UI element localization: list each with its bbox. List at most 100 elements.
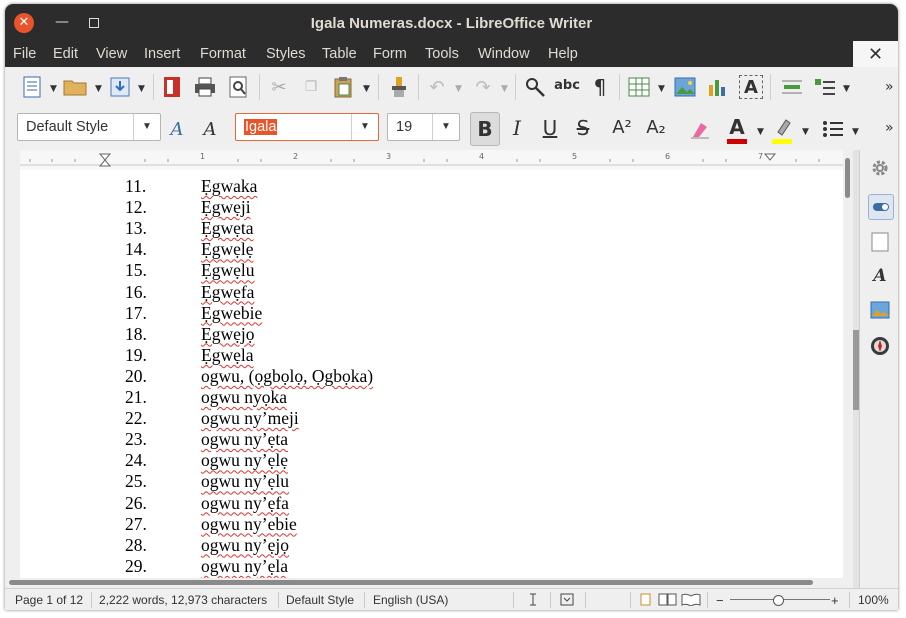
list-item[interactable]: 26. ogwu ny’ẹfa [20, 493, 843, 514]
list-item-text[interactable]: ogwu nyọka [201, 387, 287, 408]
list-item-text[interactable]: ogwu ny’ẹta [201, 429, 288, 450]
list-item[interactable]: 19. Ẹgwẹla [20, 345, 843, 366]
vertical-scrollbar-thumb[interactable] [845, 158, 850, 198]
horizontal-scrollbar-thumb[interactable] [9, 580, 813, 585]
save-dropdown-icon[interactable]: ▼ [138, 84, 145, 94]
list-item[interactable]: 20. ogwu, (ọgbọlọ, Ọgbọka) [20, 366, 843, 387]
list-item[interactable]: 25. ogwu ny’ẹlu [20, 471, 843, 492]
menu-edit[interactable]: Edit [53, 46, 78, 62]
list-item-text[interactable]: ogwu ny’ẹlẹ [201, 450, 288, 471]
page-style-status[interactable]: Default Style [286, 593, 354, 607]
font-name-combo[interactable]: Igala ▼ [235, 113, 379, 141]
highlight-icon[interactable] [770, 115, 794, 139]
print-icon[interactable] [193, 75, 217, 99]
list-item[interactable]: 24. ogwu ny’ẹlẹ [20, 450, 843, 471]
redo-dropdown-icon[interactable]: ▼ [501, 84, 508, 94]
zoom-out-button[interactable]: − [716, 593, 724, 608]
update-style-icon[interactable]: A [165, 117, 189, 141]
clear-formatting-icon[interactable] [688, 117, 712, 141]
list-item-text[interactable]: ogwu, (ọgbọlọ, Ọgbọka) [201, 366, 373, 387]
chevron-down-icon[interactable]: ▼ [432, 114, 459, 140]
paragraph-style-combo[interactable]: Default Style ▼ [17, 113, 161, 141]
page-icon[interactable] [868, 230, 892, 254]
highlight-dropdown-icon[interactable]: ▼ [802, 127, 809, 137]
redo-icon[interactable]: ↷ [471, 75, 495, 99]
menu-tools[interactable]: Tools [425, 46, 459, 62]
vertical-scrollbar[interactable] [843, 150, 853, 578]
horizontal-ruler[interactable]: 1 2 3 4 5 6 7 [20, 150, 843, 171]
font-name-value[interactable]: Igala [244, 119, 278, 135]
gear-icon[interactable] [868, 156, 892, 180]
list-item-text[interactable]: Ẹgwẹjọ [201, 324, 254, 345]
zoom-in-button[interactable]: + [831, 593, 839, 608]
list-item-text[interactable]: Ẹgwẹlẹ [201, 239, 253, 260]
list-item-text[interactable]: Ẹgwebie [201, 303, 262, 324]
list-item[interactable]: 14. Ẹgwẹlẹ [20, 239, 843, 260]
insert-field-icon[interactable] [780, 75, 804, 99]
list-item[interactable]: 17. Ẹgwebie [20, 303, 843, 324]
font-size-value[interactable]: 19 [396, 119, 412, 135]
clone-formatting-icon[interactable] [387, 75, 411, 99]
insert-textbox-icon[interactable]: A [739, 75, 763, 99]
list-item-text[interactable]: ogwu ny’ẹfa [201, 493, 289, 514]
insert-mode-icon[interactable] [525, 593, 541, 609]
list-item[interactable]: 18. Ẹgwẹjọ [20, 324, 843, 345]
horizontal-scrollbar[interactable] [5, 578, 853, 588]
navigator-icon[interactable] [868, 334, 892, 358]
copy-icon[interactable]: ❐ [299, 75, 323, 99]
list-item-text[interactable]: Ẹgwẹji [201, 197, 251, 218]
page-count-status[interactable]: Page 1 of 12 [15, 593, 83, 607]
menu-help[interactable]: Help [548, 46, 578, 62]
insert-image-icon[interactable] [673, 75, 697, 99]
word-count-status[interactable]: 2,222 words, 12,973 characters [99, 593, 267, 607]
font-size-combo[interactable]: 19 ▼ [387, 113, 460, 141]
strikethrough-button[interactable]: S [569, 112, 597, 144]
subscript-button[interactable]: A₂ [642, 112, 670, 144]
list-item[interactable]: 22. ogwu ny’meji [20, 408, 843, 429]
formatting-marks-icon[interactable]: ¶ [588, 75, 612, 99]
new-style-icon[interactable]: A [198, 117, 222, 141]
list-item[interactable]: 21. ogwu nyọka [20, 387, 843, 408]
bold-button[interactable]: B [470, 112, 500, 146]
insert-list-icon[interactable] [813, 75, 837, 99]
list-bullets-icon[interactable] [821, 117, 845, 141]
spellcheck-icon[interactable]: abc [554, 73, 580, 97]
menu-file[interactable]: File [13, 46, 36, 62]
list-item[interactable]: 11. Ẹgwaka [20, 176, 843, 197]
superscript-button[interactable]: A² [608, 112, 636, 144]
chevron-down-icon[interactable]: ▼ [133, 114, 160, 140]
format-toolbar-overflow-icon[interactable]: » [885, 120, 894, 136]
close-document-button[interactable]: ✕ [853, 41, 898, 69]
cut-icon[interactable]: ✂ [267, 75, 291, 99]
zoom-slider-handle[interactable] [773, 595, 784, 606]
list-item-text[interactable]: Ẹgwẹlu [201, 260, 254, 281]
book-view-icon[interactable] [681, 593, 701, 609]
zoom-percent[interactable]: 100% [858, 593, 889, 607]
save-icon[interactable] [108, 75, 132, 99]
font-color-icon[interactable]: A [725, 115, 749, 139]
insert-table-icon[interactable] [627, 75, 651, 99]
language-status[interactable]: English (USA) [373, 593, 448, 607]
underline-button[interactable]: U [536, 112, 564, 144]
list-item[interactable]: 27. ogwu ny’ebie [20, 514, 843, 535]
list-item-text[interactable]: Ẹgwaka [201, 176, 257, 197]
list-item-text[interactable]: ogwu ny’ebie [201, 514, 297, 535]
menu-insert[interactable]: Insert [144, 46, 180, 62]
list-item[interactable]: 15. Ẹgwẹlu [20, 260, 843, 281]
menu-window[interactable]: Window [478, 46, 530, 62]
selection-mode-icon[interactable] [560, 593, 574, 609]
list-item[interactable]: 16. Ẹgwẹfa [20, 282, 843, 303]
insert-chart-icon[interactable] [706, 75, 730, 99]
menu-styles[interactable]: Styles [266, 46, 306, 62]
table-dropdown-icon[interactable]: ▼ [658, 84, 665, 94]
list-item-text[interactable]: ogwu ny’ẹla [201, 556, 288, 577]
open-folder-icon[interactable] [63, 75, 87, 99]
open-dropdown-icon[interactable]: ▼ [95, 84, 102, 94]
document-page[interactable]: 11. Ẹgwaka 12. Ẹgwẹji 13. Ẹgwẹta 14. Ẹgwẹlẹ 15. Ẹ… [20, 170, 843, 578]
new-dropdown-icon[interactable]: ▼ [50, 84, 57, 94]
list-dropdown-icon[interactable]: ▼ [843, 84, 850, 94]
list-dropdown-icon[interactable]: ▼ [852, 127, 859, 137]
properties-icon[interactable] [868, 194, 894, 220]
italic-button[interactable]: I [503, 112, 531, 144]
menu-format[interactable]: Format [200, 46, 246, 62]
